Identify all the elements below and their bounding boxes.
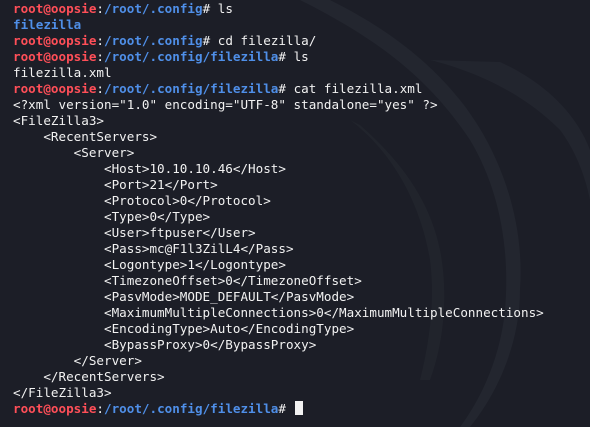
output-line: <Host>10.10.10.46</Host> bbox=[13, 161, 590, 177]
prompt-colon: : bbox=[96, 33, 104, 48]
output-line: <FileZilla3> bbox=[13, 113, 590, 129]
output-text: <Protocol>0</Protocol> bbox=[13, 193, 271, 208]
output-text: <User>ftpuser</User> bbox=[13, 225, 256, 240]
output-line: <Logontype>1</Logontype> bbox=[13, 257, 590, 273]
output-line: </RecentServers> bbox=[13, 369, 590, 385]
output-line: <?xml version="1.0" encoding="UTF-8" sta… bbox=[13, 97, 590, 113]
output-text: <BypassProxy>0</BypassProxy> bbox=[13, 337, 317, 352]
output-text: <MaximumMultipleConnections>0</MaximumMu… bbox=[13, 305, 544, 320]
output-text: </RecentServers> bbox=[13, 369, 165, 384]
output-line: filezilla.xml bbox=[13, 65, 590, 81]
prompt-line: root@oopsie:/root/.config# ls bbox=[13, 1, 590, 17]
directory-name: filezilla bbox=[13, 17, 82, 32]
prompt-colon: : bbox=[96, 81, 104, 96]
directory-listing-line: filezilla bbox=[13, 17, 590, 33]
command-text: ls bbox=[293, 49, 309, 64]
output-line: <MaximumMultipleConnections>0</MaximumMu… bbox=[13, 305, 590, 321]
output-line: <TimezoneOffset>0</TimezoneOffset> bbox=[13, 273, 590, 289]
prompt-user-host: root@oopsie bbox=[13, 401, 97, 416]
terminal-window[interactable]: root@oopsie:/root/.config# ls filezilla ro… bbox=[0, 0, 590, 427]
output-text: <Pass>mc@F1l3ZilL4</Pass> bbox=[13, 241, 294, 256]
output-text: <RecentServers> bbox=[13, 129, 158, 144]
prompt-hash: # bbox=[278, 401, 294, 416]
output-line: <Server> bbox=[13, 145, 590, 161]
output-text: <?xml version="1.0" encoding="UTF-8" sta… bbox=[13, 97, 438, 112]
output-text: <Server> bbox=[13, 145, 135, 160]
output-line: <User>ftpuser</User> bbox=[13, 225, 590, 241]
output-line: <Protocol>0</Protocol> bbox=[13, 193, 590, 209]
output-line: </Server> bbox=[13, 353, 590, 369]
terminal-output[interactable]: root@oopsie:/root/.config# ls filezilla ro… bbox=[13, 1, 590, 417]
output-text: <Port>21</Port> bbox=[13, 177, 218, 192]
command-text: cat filezilla.xml bbox=[293, 81, 423, 96]
output-line: <BypassProxy>0</BypassProxy> bbox=[13, 337, 590, 353]
output-line: <Type>0</Type> bbox=[13, 209, 590, 225]
prompt-path: /root/.config bbox=[104, 33, 203, 48]
output-line: <PasvMode>MODE_DEFAULT</PasvMode> bbox=[13, 289, 590, 305]
prompt-colon: : bbox=[96, 401, 104, 416]
output-text: </FileZilla3> bbox=[13, 385, 112, 400]
prompt-path: /root/.config bbox=[104, 1, 203, 16]
output-text: <Host>10.10.10.46</Host> bbox=[13, 161, 286, 176]
prompt-path: /root/.config/filezilla bbox=[104, 401, 279, 416]
output-text: <Type>0</Type> bbox=[13, 209, 211, 224]
prompt-line: root@oopsie:/root/.config/filezilla# cat… bbox=[13, 81, 590, 97]
output-text: filezilla.xml bbox=[13, 65, 112, 80]
output-text: </Server> bbox=[13, 353, 142, 368]
prompt-hash: # bbox=[278, 81, 294, 96]
prompt-hash: # bbox=[202, 1, 218, 16]
prompt-colon: : bbox=[96, 1, 104, 16]
output-text: <Logontype>1</Logontype> bbox=[13, 257, 286, 272]
output-text: <EncodingType>Auto</EncodingType> bbox=[13, 321, 355, 336]
prompt-line: root@oopsie:/root/.config/filezilla# ls bbox=[13, 49, 590, 65]
output-line: <Port>21</Port> bbox=[13, 177, 590, 193]
command-text: cd filezilla/ bbox=[217, 33, 317, 48]
output-text: <FileZilla3> bbox=[13, 113, 104, 128]
prompt-user-host: root@oopsie bbox=[13, 33, 97, 48]
output-line: </FileZilla3> bbox=[13, 385, 590, 401]
prompt-hash: # bbox=[202, 33, 218, 48]
command-text: ls bbox=[217, 1, 233, 16]
prompt-path: /root/.config/filezilla bbox=[104, 49, 279, 64]
prompt-path: /root/.config/filezilla bbox=[104, 81, 279, 96]
output-text: <PasvMode>MODE_DEFAULT</PasvMode> bbox=[13, 289, 355, 304]
prompt-colon: : bbox=[96, 49, 104, 64]
prompt-user-host: root@oopsie bbox=[13, 81, 97, 96]
output-line: <RecentServers> bbox=[13, 129, 590, 145]
output-text: <TimezoneOffset>0</TimezoneOffset> bbox=[13, 273, 362, 288]
text-cursor[interactable] bbox=[294, 401, 303, 415]
prompt-hash: # bbox=[278, 49, 294, 64]
output-line: <Pass>mc@F1l3ZilL4</Pass> bbox=[13, 241, 590, 257]
prompt-line: root@oopsie:/root/.config/filezilla# bbox=[13, 401, 590, 417]
prompt-line: root@oopsie:/root/.config# cd filezilla/ bbox=[13, 33, 590, 49]
output-line: <EncodingType>Auto</EncodingType> bbox=[13, 321, 590, 337]
prompt-user-host: root@oopsie bbox=[13, 1, 97, 16]
prompt-user-host: root@oopsie bbox=[13, 49, 97, 64]
